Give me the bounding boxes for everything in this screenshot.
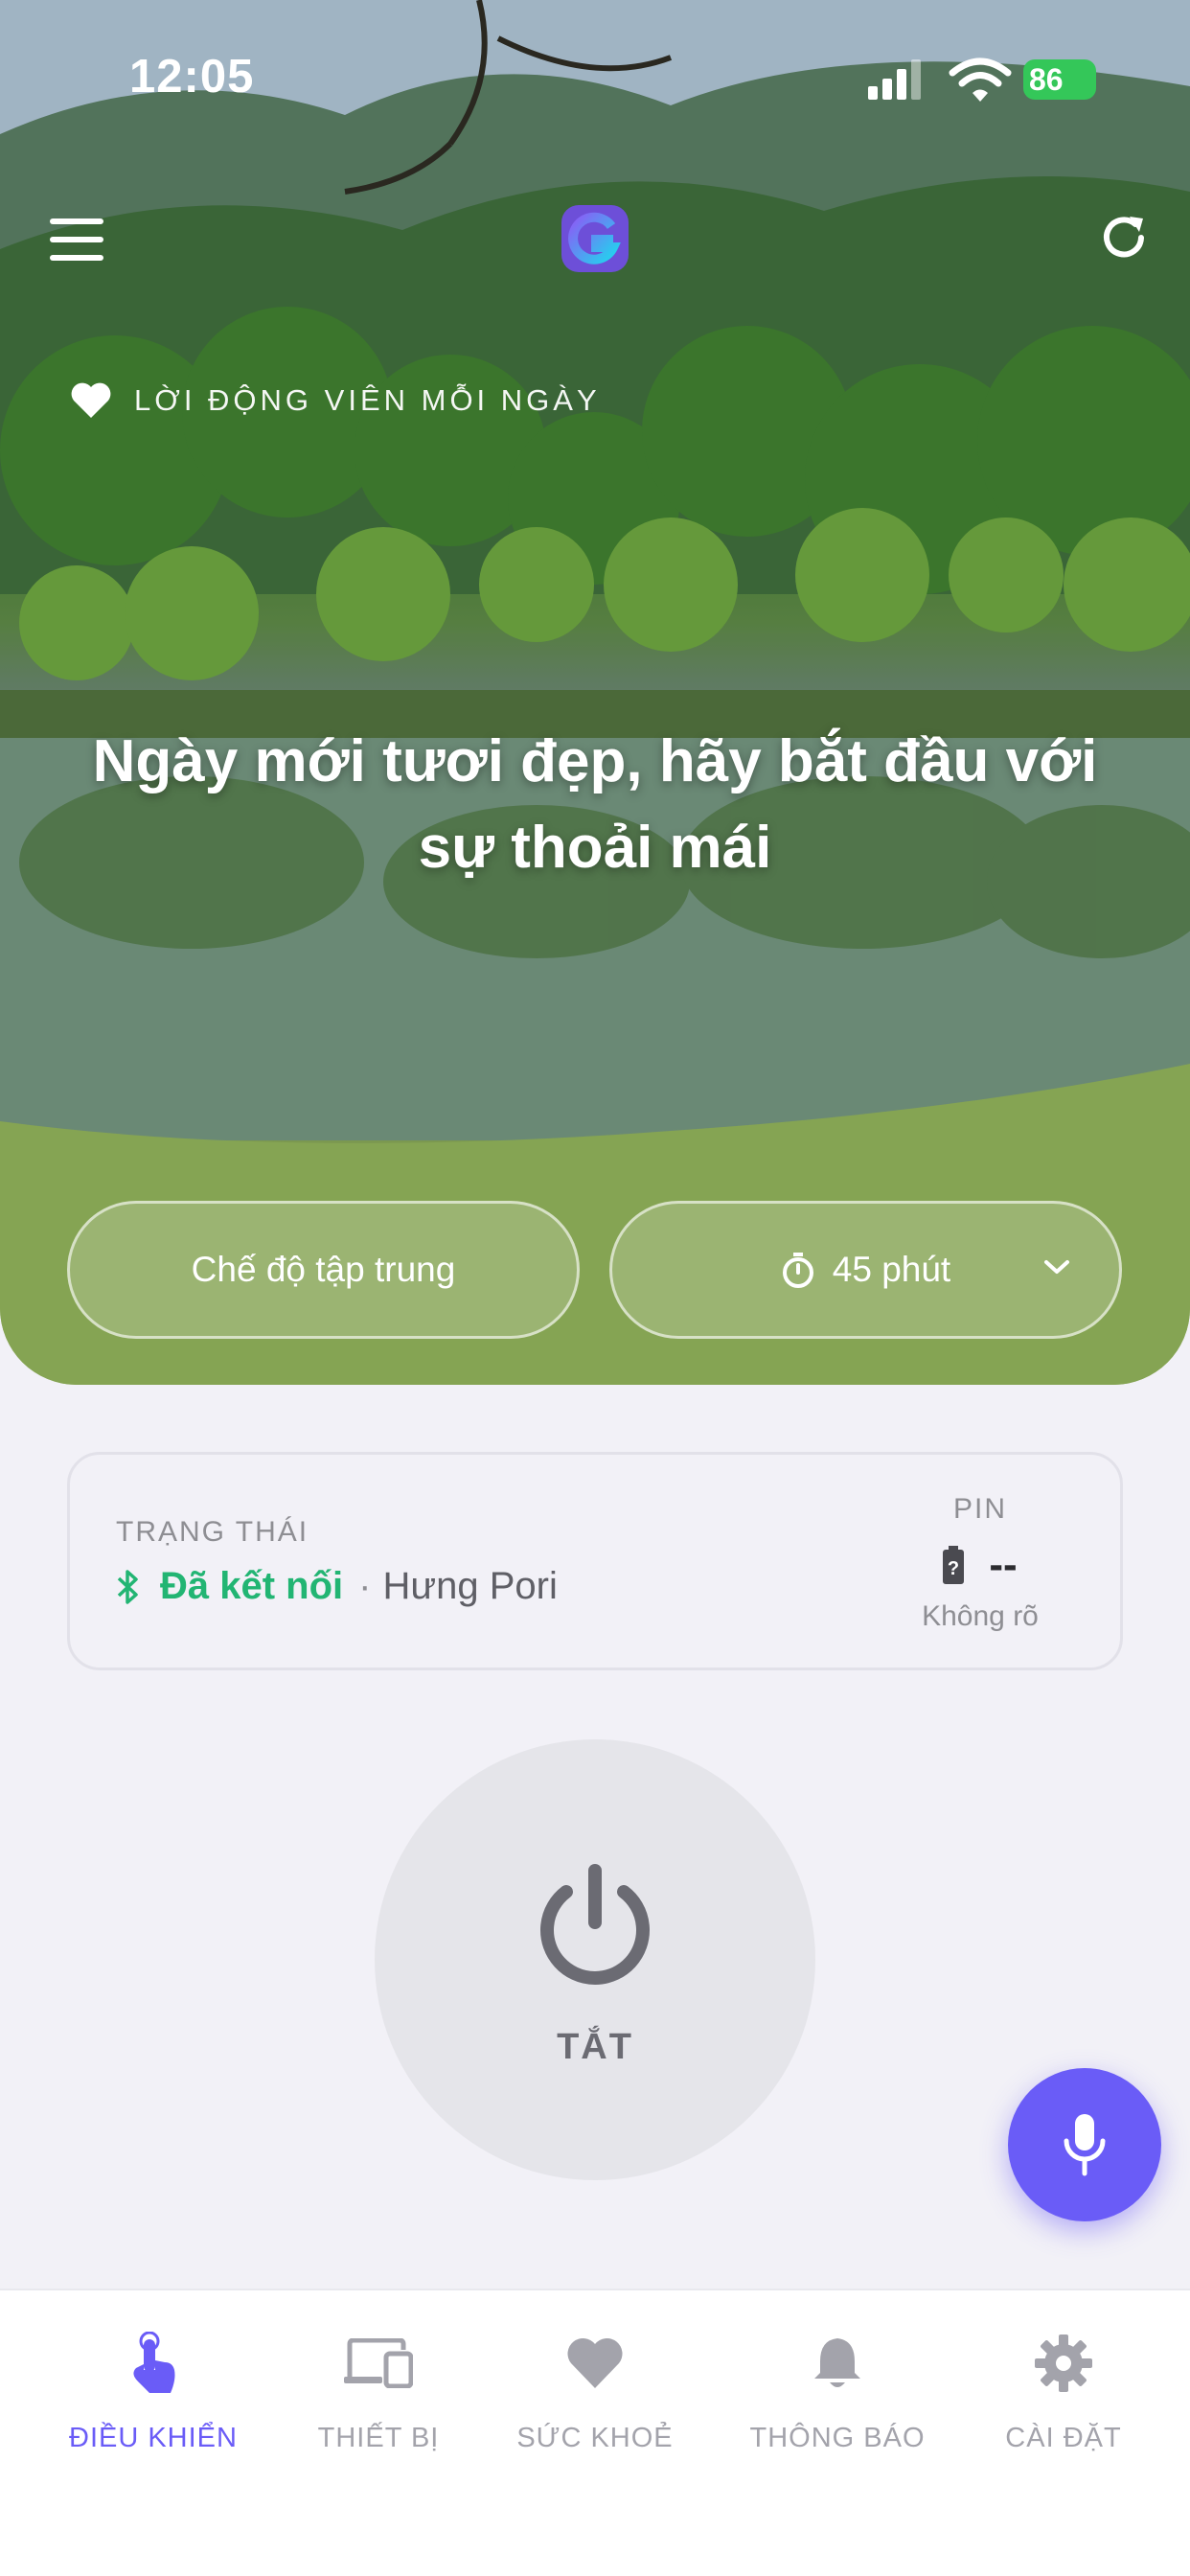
connection-text: Đã kết nối (160, 1565, 344, 1607)
device-status-card: TRẠNG THÁI Đã kết nối · Hưng Pori PIN ? … (67, 1452, 1123, 1670)
pin-value-row: ? -- (884, 1541, 1076, 1589)
microphone-icon (1064, 2114, 1106, 2176)
timer-dropdown[interactable]: 45 phút (609, 1201, 1122, 1339)
connection-status: Đã kết nối · Hưng Pori (116, 1565, 558, 1608)
tab-label: CÀI ĐẶT (1005, 2423, 1122, 2453)
device-name: Hưng Pori (382, 1565, 558, 1607)
timer-label: 45 phút (832, 1250, 951, 1289)
pin-value: -- (989, 1541, 1018, 1588)
app-logo (561, 205, 629, 272)
battery-unknown-icon: ? (943, 1546, 965, 1584)
menu-button[interactable] (50, 218, 103, 261)
power-icon (540, 1864, 650, 1985)
bluetooth-icon (117, 1569, 138, 1604)
heart-icon (71, 382, 111, 418)
tab-settings[interactable]: CÀI ĐẶT (944, 2329, 1183, 2454)
encouragement-label: LỜI ĐỘNG VIÊN MỖI NGÀY (134, 383, 601, 417)
chevron-down-icon (1044, 1260, 1069, 1274)
hero-banner: 12:05 86 LỜI ĐỘNG VIÊN MỖI NGÀY Ngày mới… (0, 0, 1190, 1385)
tab-label: THÔNG BÁO (749, 2423, 926, 2453)
tab-health[interactable]: SỨC KHOẺ (475, 2329, 715, 2454)
menu-icon-line (50, 218, 103, 224)
stopwatch-icon (782, 1253, 813, 1288)
signal-icon (868, 59, 921, 100)
tab-label: SỨC KHOẺ (516, 2423, 674, 2453)
svg-text:?: ? (948, 1558, 959, 1579)
power-state-label: TẮT (557, 2027, 633, 2067)
gear-icon (1035, 2334, 1092, 2392)
tab-label: ĐIỀU KHIỂN (69, 2423, 238, 2453)
battery-level: 86 (1029, 62, 1064, 97)
voice-button[interactable] (1008, 2068, 1161, 2221)
focus-mode-button[interactable]: Chế độ tập trung (67, 1201, 580, 1339)
tab-devices[interactable]: THIẾT BỊ (259, 2329, 498, 2454)
heart-icon (567, 2337, 623, 2388)
battery-indicator: 86 (1023, 59, 1096, 100)
tab-notifications[interactable]: THÔNG BÁO (718, 2329, 957, 2454)
wifi-icon (949, 58, 1012, 102)
bell-icon (814, 2338, 860, 2387)
power-button[interactable]: TẮT (375, 1739, 815, 2180)
separator: · (358, 1565, 372, 1607)
battery-block: PIN ? -- Không rõ (884, 1493, 1076, 1633)
refresh-icon[interactable] (1097, 211, 1151, 264)
focus-mode-label: Chế độ tập trung (191, 1250, 456, 1289)
status-time: 12:05 (129, 51, 255, 103)
encouragement-header: LỜI ĐỘNG VIÊN MỖI NGÀY (69, 381, 601, 420)
tap-hand-icon (133, 2332, 175, 2393)
status-bar: 12:05 86 (0, 0, 1190, 153)
status-label: TRẠNG THÁI (116, 1516, 309, 1548)
bottom-tab-bar: ĐIỀU KHIỂN THIẾT BỊ SỨC KHOẺ THÔNG BÁO C… (0, 2288, 1190, 2576)
menu-icon-line (50, 255, 103, 261)
menu-icon-line (50, 237, 103, 242)
tab-label: THIẾT BỊ (317, 2423, 440, 2453)
pin-label: PIN (952, 1493, 1007, 1525)
pin-subtext: Không rõ (922, 1600, 1039, 1632)
devices-icon (344, 2338, 413, 2388)
daily-quote: Ngày mới tươi đẹp, hãy bắt đầu với sự th… (92, 728, 1098, 881)
tab-control[interactable]: ĐIỀU KHIỂN (34, 2329, 273, 2454)
status-icons: 86 (868, 58, 1117, 105)
